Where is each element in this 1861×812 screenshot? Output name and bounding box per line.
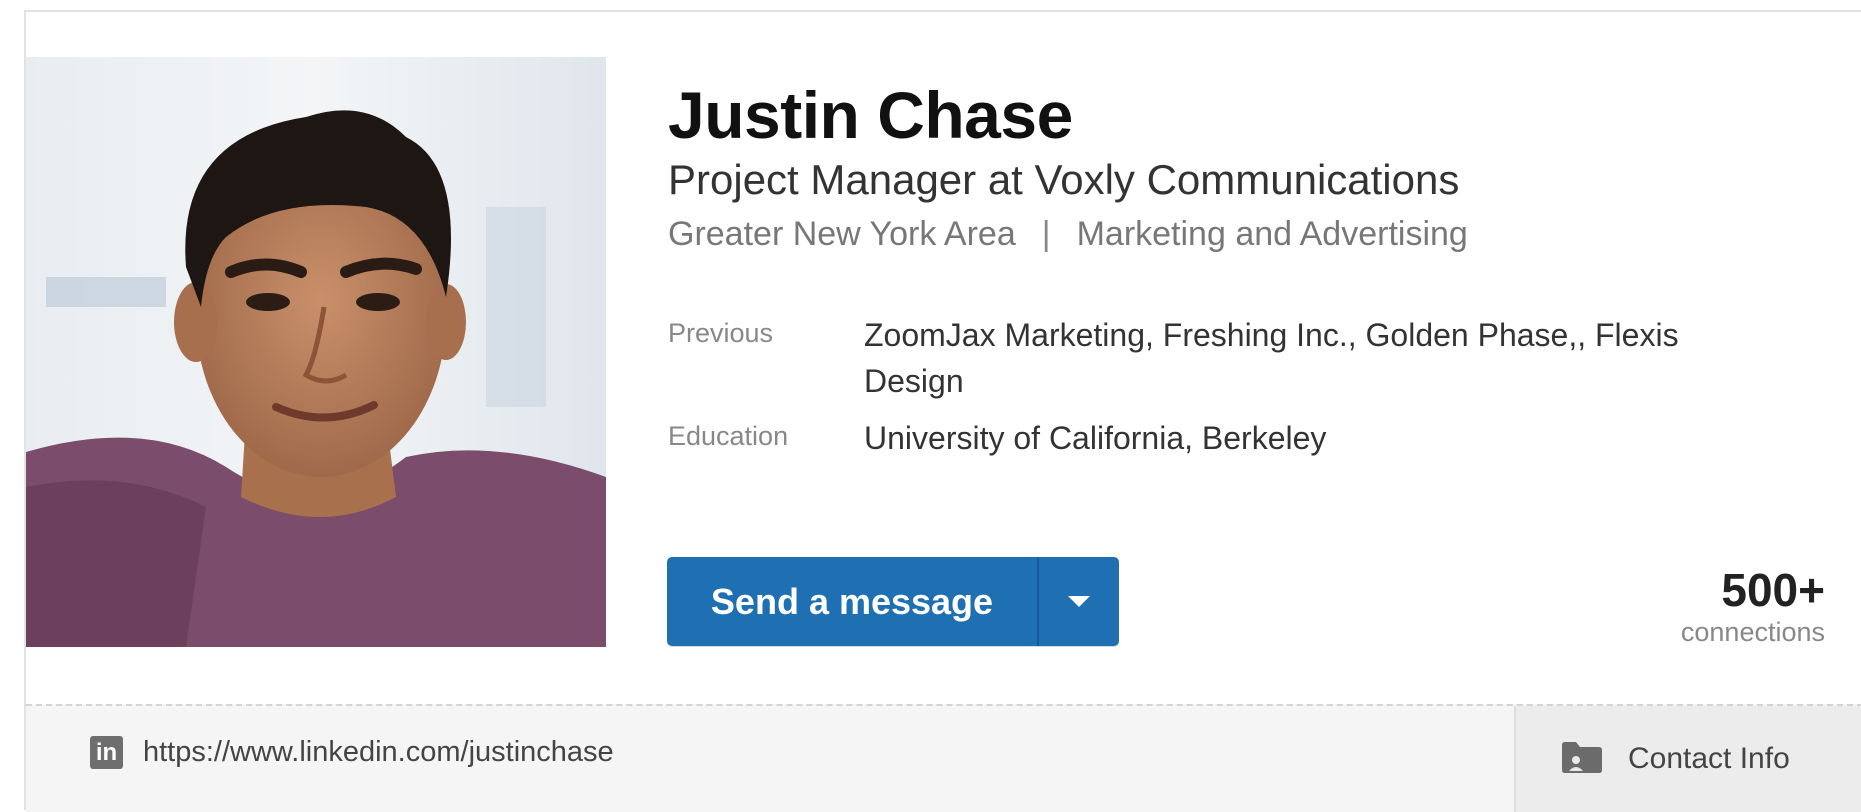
public-profile-url[interactable]: in https://www.linkedin.com/justinchase bbox=[90, 736, 614, 769]
industry-link[interactable]: Marketing and Advertising bbox=[1077, 215, 1468, 253]
send-message-button[interactable]: Send a message bbox=[667, 557, 1037, 646]
connections-label: connections bbox=[1680, 617, 1825, 647]
profile-photo[interactable] bbox=[26, 57, 606, 647]
connections-count: 500+ connections bbox=[1681, 567, 1825, 648]
contact-info-button[interactable]: Contact Info bbox=[1514, 706, 1861, 812]
caret-down-icon bbox=[1068, 596, 1090, 607]
profile-details: Previous ZoomJax Marketing, Freshing Inc… bbox=[668, 312, 1718, 471]
meta-separator: | bbox=[1041, 215, 1051, 254]
previous-row: Previous ZoomJax Marketing, Freshing Inc… bbox=[668, 312, 1718, 405]
linkedin-icon: in bbox=[90, 736, 123, 769]
connections-number: 500+ bbox=[1721, 564, 1825, 616]
contact-info-label: Contact Info bbox=[1628, 742, 1790, 775]
folder-contact-icon bbox=[1562, 741, 1602, 778]
more-actions-dropdown[interactable] bbox=[1037, 557, 1119, 646]
education-value[interactable]: University of California, Berkeley bbox=[864, 415, 1718, 461]
profile-name: Justin Chase bbox=[668, 78, 1073, 152]
profile-headline: Project Manager at Voxly Communications bbox=[668, 156, 1460, 203]
profile-url-text[interactable]: https://www.linkedin.com/justinchase bbox=[143, 736, 614, 769]
send-message-group: Send a message bbox=[667, 557, 1119, 646]
previous-label: Previous bbox=[668, 318, 774, 348]
education-label: Education bbox=[668, 420, 789, 451]
location-link[interactable]: Greater New York Area bbox=[668, 215, 1016, 253]
previous-value[interactable]: ZoomJax Marketing, Freshing Inc., Golden… bbox=[864, 312, 1718, 405]
profile-meta: Greater New York Area | Marketing and Adve… bbox=[668, 214, 1468, 255]
profile-footer: in https://www.linkedin.com/justinchase … bbox=[26, 704, 1861, 812]
education-row: Education University of California, Berk… bbox=[668, 415, 1718, 461]
profile-header: Justin Chase Project Manager at Voxly Co… bbox=[668, 82, 1468, 255]
profile-card: Justin Chase Project Manager at Voxly Co… bbox=[24, 10, 1861, 812]
